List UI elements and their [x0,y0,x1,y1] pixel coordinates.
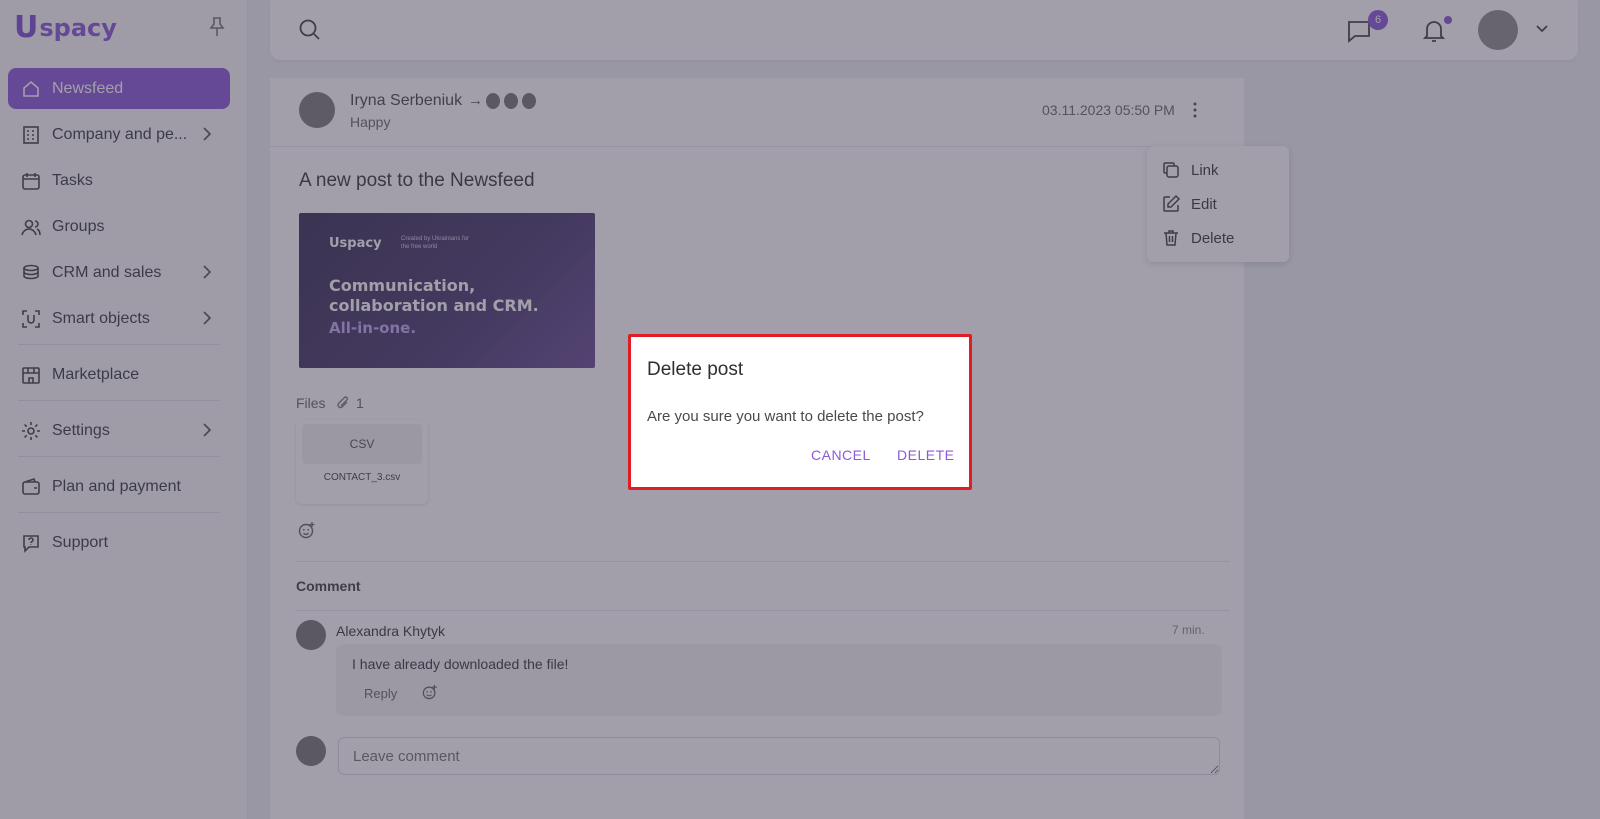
delete-post-dialog: Delete post Are you sure you want to del… [628,334,972,490]
dialog-title: Delete post [647,359,744,380]
cancel-button[interactable]: CANCEL [811,447,871,463]
delete-button[interactable]: DELETE [897,447,954,463]
dialog-message: Are you sure you want to delete the post… [647,408,924,425]
